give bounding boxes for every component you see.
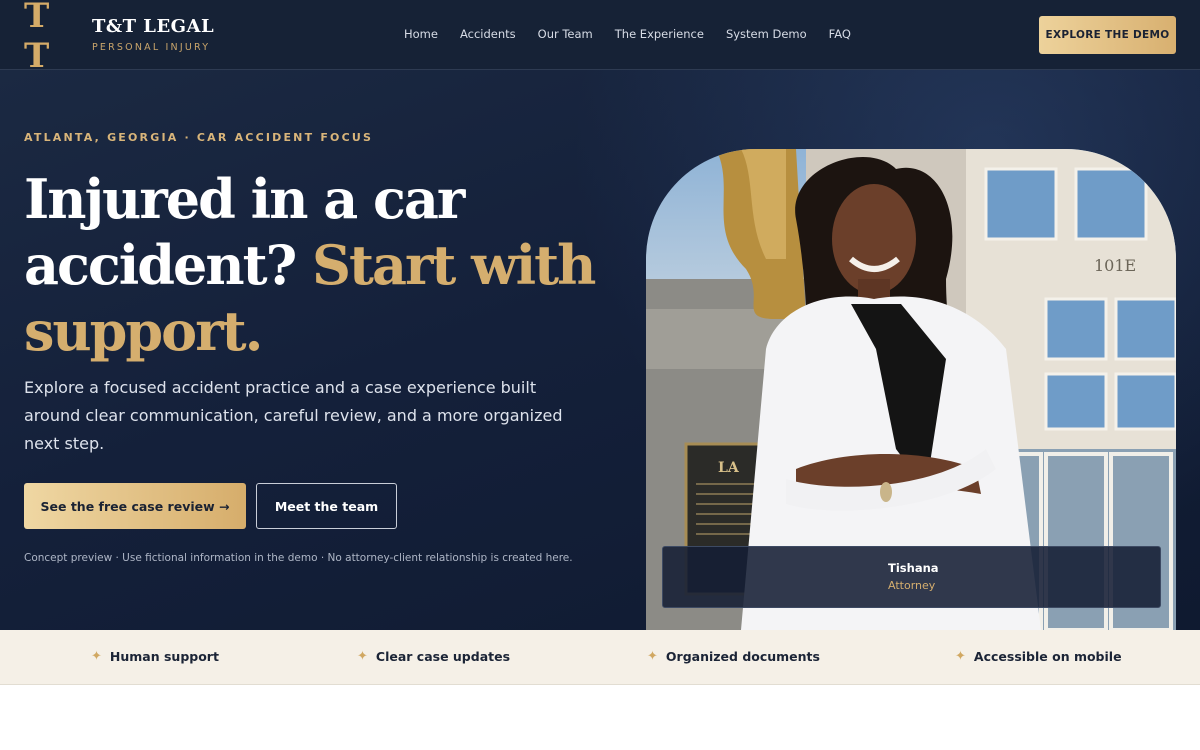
logo-monogram: T T	[24, 0, 52, 76]
feature-strip: ✦ Human support ✦ Clear case updates ✦ O…	[0, 630, 1200, 685]
sparkle-icon: ✦	[91, 649, 102, 664]
nav-link-system-demo[interactable]: System Demo	[726, 26, 807, 42]
hero-lead-paragraph: Explore a focused accident practice and …	[24, 378, 563, 453]
explore-demo-button[interactable]: EXPLORE THE DEMO	[1039, 16, 1176, 54]
feature-accessible-mobile: ✦ Accessible on mobile	[955, 648, 1122, 666]
plaque-title: LA	[718, 460, 740, 476]
nav-links: Home Accidents Our Team The Experience S…	[404, 26, 873, 42]
feature-label: Human support	[109, 649, 219, 664]
free-case-review-button[interactable]: See the free case review →	[24, 483, 246, 529]
feature-label: Organized documents	[665, 649, 820, 664]
sparkle-icon: ✦	[357, 649, 368, 664]
feature-label: Clear case updates	[375, 649, 511, 664]
hero-headline: Injured in a car accident? Start with su…	[24, 166, 624, 364]
brand-title: T&T LEGAL	[92, 15, 215, 37]
logo-wordmark: T&T LEGAL PERSONAL INJURY	[92, 15, 215, 56]
brand-subtitle: PERSONAL INJURY	[92, 41, 211, 53]
headline-line-1: Injured in a car	[24, 167, 465, 231]
headline-accent-3: support.	[24, 299, 263, 363]
feature-human-support: ✦ Human support	[91, 648, 219, 666]
nav-link-faq[interactable]: FAQ	[829, 26, 851, 42]
feature-clear-case-updates: ✦ Clear case updates	[357, 648, 510, 666]
nav-link-accidents[interactable]: Accidents	[460, 26, 516, 42]
headline-line-2a: accident?	[24, 233, 297, 297]
headline-accent-2b: Start with	[312, 233, 596, 297]
nav-link-home[interactable]: Home	[404, 26, 438, 42]
hero-disclaimer: Concept preview · Use fictional informat…	[24, 552, 573, 564]
sparkle-icon: ✦	[647, 649, 658, 664]
sparkle-icon: ✦	[955, 649, 966, 664]
feature-label: Accessible on mobile	[973, 649, 1122, 664]
building-number: 101E	[1094, 256, 1136, 275]
feature-organized-documents: ✦ Organized documents	[647, 648, 820, 666]
brand-logo[interactable]: T T T&T LEGAL PERSONAL INJURY	[24, 0, 215, 76]
nav-link-our-team[interactable]: Our Team	[538, 26, 593, 42]
hero-eyebrow: ATLANTA, GEORGIA · CAR ACCIDENT FOCUS	[24, 131, 374, 144]
attorney-caption-card: Tishana Attorney	[662, 546, 1161, 608]
attorney-role: Attorney	[888, 579, 936, 592]
hero-section: ATLANTA, GEORGIA · CAR ACCIDENT FOCUS In…	[0, 70, 1200, 630]
attorney-name: Tishana	[888, 561, 939, 575]
nav-link-the-experience[interactable]: The Experience	[615, 26, 704, 42]
top-navigation: T T T&T LEGAL PERSONAL INJURY Home Accid…	[0, 0, 1200, 76]
meet-team-button[interactable]: Meet the team	[256, 483, 397, 529]
